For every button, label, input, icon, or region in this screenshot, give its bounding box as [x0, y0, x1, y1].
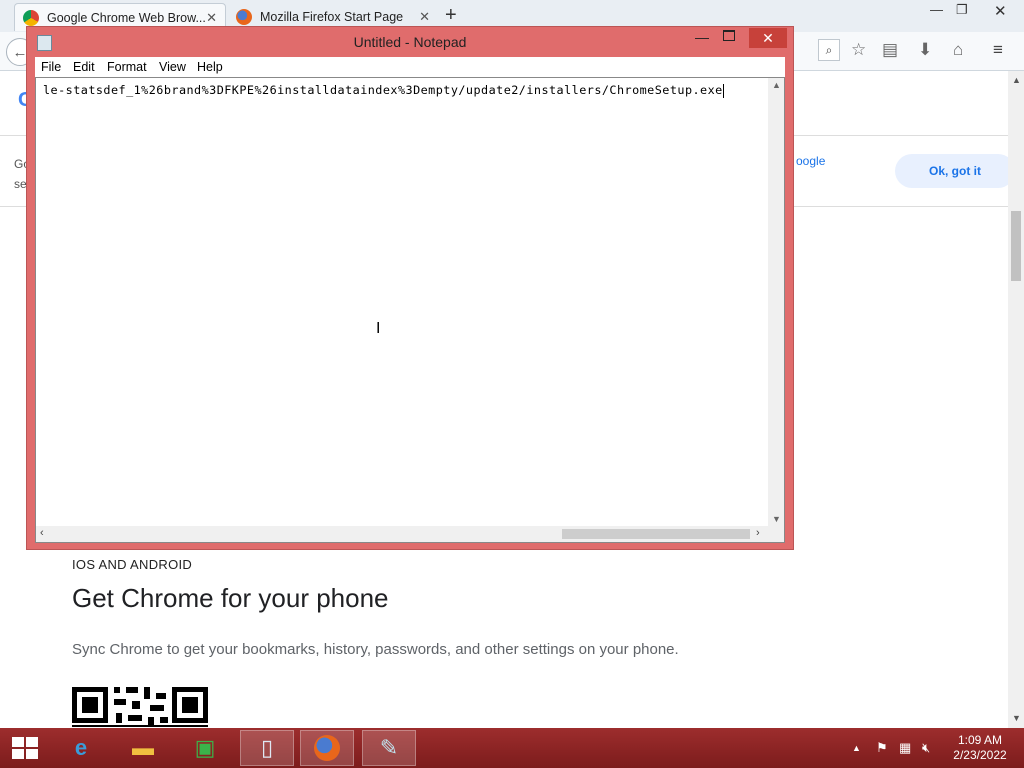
restore-icon[interactable]: ❐	[956, 2, 968, 18]
close-tab-icon[interactable]: ✕	[419, 9, 430, 25]
download-icon[interactable]: ⬇	[918, 40, 932, 60]
page-heading: Get Chrome for your phone	[72, 583, 389, 613]
vertical-scrollbar[interactable]: ▲ ▼	[768, 78, 784, 528]
scroll-up-icon[interactable]: ▲	[772, 80, 781, 90]
text-editor[interactable]: le-statsdef_1%26brand%3DFKPE%26installda…	[35, 77, 785, 543]
section-label: IOS AND ANDROID	[72, 557, 193, 572]
scroll-right-icon[interactable]: ›	[756, 527, 760, 539]
menu-help[interactable]: Help	[197, 60, 223, 74]
action-center-flag-icon[interactable]: ⚑	[876, 740, 888, 756]
editor-content[interactable]: le-statsdef_1%26brand%3DFKPE%26installda…	[43, 83, 724, 98]
close-icon[interactable]: ✕	[994, 2, 1007, 20]
tab-label: Google Chrome Web Brow...	[47, 10, 206, 25]
reading-list-icon[interactable]: ▤	[882, 40, 898, 60]
scroll-left-icon[interactable]: ‹	[40, 527, 44, 539]
scroll-thumb[interactable]	[1011, 211, 1021, 281]
page-description: Sync Chrome to get your bookmarks, histo…	[72, 641, 679, 658]
home-icon[interactable]: ⌂	[953, 40, 963, 60]
notepad-taskbar-icon[interactable]: ✎	[362, 730, 416, 766]
tab-label: Mozilla Firefox Start Page	[260, 10, 404, 24]
windows-start-icon[interactable]	[12, 737, 38, 759]
horizontal-scrollbar[interactable]: ‹ ›	[36, 526, 768, 542]
ibeam-cursor-icon: I	[376, 320, 381, 337]
volume-muted-icon[interactable]: 🔇︎	[922, 740, 930, 756]
minimize-icon[interactable]: —	[930, 2, 943, 17]
network-icon[interactable]: ▦	[899, 740, 911, 756]
cookie-link[interactable]: oogle	[796, 154, 825, 168]
firefox-icon	[236, 9, 252, 25]
menu-icon[interactable]: ≡	[993, 40, 1003, 60]
firefox-taskbar-icon[interactable]	[300, 730, 354, 766]
menu-bar: File Edit Format View Help	[35, 57, 785, 77]
document-icon[interactable]: ▯	[240, 730, 294, 766]
qr-code	[72, 687, 208, 727]
resize-grip[interactable]	[768, 526, 784, 542]
maximize-button[interactable]	[723, 30, 735, 41]
menu-format[interactable]: Format	[107, 60, 147, 74]
bookmark-star-icon[interactable]: ☆	[851, 40, 866, 60]
new-tab-button[interactable]: +	[445, 4, 457, 27]
show-hidden-icons[interactable]: ▲	[852, 743, 861, 753]
system-clock[interactable]: 1:09 AM 2/23/2022	[946, 733, 1014, 763]
close-tab-icon[interactable]: ✕	[206, 10, 217, 26]
scroll-down-icon[interactable]: ▼	[1012, 713, 1021, 723]
scroll-down-icon[interactable]: ▼	[772, 514, 781, 524]
menu-view[interactable]: View	[159, 60, 186, 74]
page-scrollbar[interactable]: ▲ ▼	[1008, 71, 1024, 728]
notepad-window: Untitled - Notepad — ✕ File Edit Format …	[26, 26, 794, 550]
text-caret	[722, 83, 724, 98]
menu-edit[interactable]: Edit	[73, 60, 95, 74]
horizontal-scroll-thumb[interactable]	[562, 529, 750, 539]
menu-file[interactable]: File	[41, 60, 61, 74]
window-title: Untitled - Notepad	[353, 34, 467, 50]
file-explorer-icon[interactable]: ▬	[116, 730, 170, 766]
scroll-up-icon[interactable]: ▲	[1012, 75, 1021, 85]
internet-explorer-icon[interactable]: e	[54, 730, 108, 766]
close-button[interactable]: ✕	[749, 28, 787, 48]
taskbar: e ▬ ▣ ▯ ✎ ▲ ⚑ ▦ 🔇︎ 1:09 AM 2/23/2022	[0, 728, 1024, 768]
ok-got-it-button[interactable]: Ok, got it	[895, 154, 1015, 188]
minimize-button[interactable]: —	[695, 29, 709, 45]
search-icon[interactable]: ⌕	[818, 39, 840, 61]
store-icon[interactable]: ▣	[178, 730, 232, 766]
chrome-icon	[23, 9, 39, 26]
